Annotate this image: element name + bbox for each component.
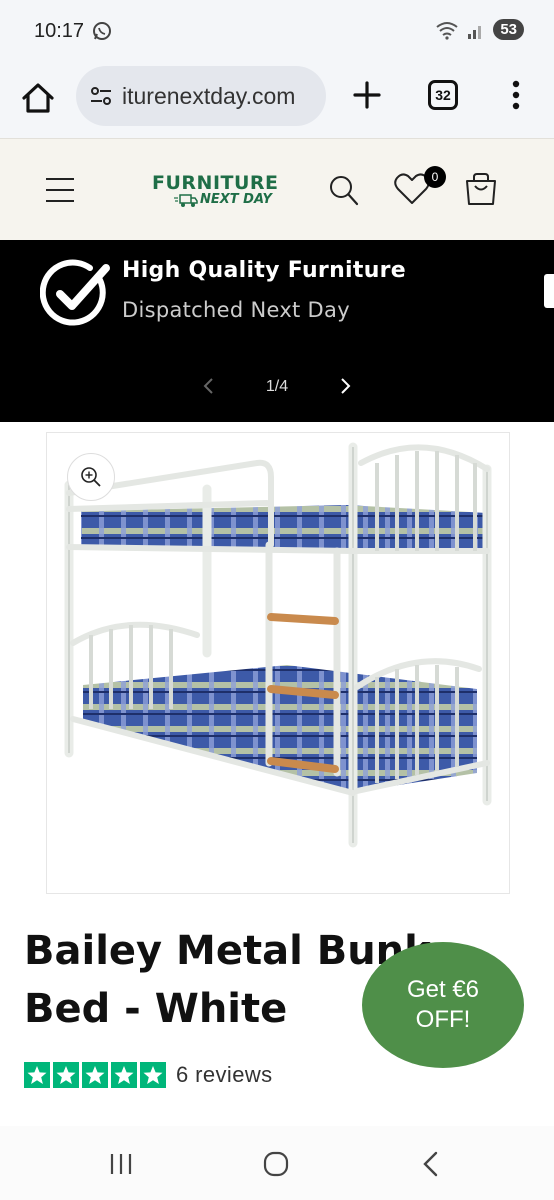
tab-count: 32 bbox=[435, 87, 451, 103]
review-count[interactable]: 6 reviews bbox=[176, 1062, 273, 1088]
home-icon[interactable] bbox=[18, 78, 58, 118]
zoom-button[interactable] bbox=[67, 453, 115, 501]
back-icon[interactable] bbox=[420, 1150, 442, 1178]
site-settings-icon[interactable] bbox=[88, 83, 114, 109]
promo-title: High Quality Furniture bbox=[122, 258, 407, 283]
star-icon bbox=[111, 1062, 137, 1088]
promo-banner: High Quality Furniture Dispatched Next D… bbox=[0, 240, 554, 422]
status-bar: 10:17 53 bbox=[0, 0, 554, 62]
search-icon[interactable] bbox=[328, 173, 360, 207]
discount-offer-button[interactable]: Get €6 OFF! bbox=[362, 942, 524, 1068]
tabs-icon[interactable]: 32 bbox=[428, 80, 458, 110]
home-circle-icon[interactable] bbox=[262, 1150, 290, 1178]
logo-bottom-text: NEXT DAY bbox=[200, 192, 272, 207]
logo-top-text: FURNITURE bbox=[152, 172, 279, 194]
promo-subtitle: Dispatched Next Day bbox=[122, 298, 350, 322]
address-bar[interactable]: iturenextday.com bbox=[76, 66, 326, 126]
zoom-in-icon bbox=[81, 467, 101, 487]
star-icon bbox=[140, 1062, 166, 1088]
offer-line-2: OFF! bbox=[415, 1006, 471, 1033]
recent-apps-icon[interactable] bbox=[108, 1152, 134, 1176]
offer-line-1: Get €6 bbox=[406, 976, 480, 1003]
truck-icon bbox=[174, 194, 198, 207]
browser-toolbar: iturenextday.com 32 bbox=[0, 62, 554, 138]
slide-counter: 1/4 bbox=[265, 378, 289, 395]
bunk-bed-illustration bbox=[64, 442, 492, 848]
chevron-right-icon[interactable] bbox=[334, 374, 356, 398]
check-circle-icon bbox=[40, 259, 110, 326]
next-slide-peek bbox=[544, 274, 554, 308]
chevron-left-icon[interactable] bbox=[198, 374, 220, 398]
whatsapp-icon bbox=[93, 22, 111, 40]
url-text[interactable]: iturenextday.com bbox=[122, 83, 295, 110]
star-icon bbox=[24, 1062, 50, 1088]
wifi-icon bbox=[436, 21, 458, 40]
signal-icon bbox=[468, 25, 482, 39]
hamburger-menu-icon[interactable] bbox=[44, 175, 76, 205]
status-indicators: 53 bbox=[435, 19, 524, 40]
product-image[interactable] bbox=[46, 432, 510, 894]
shopping-bag-icon[interactable] bbox=[464, 171, 498, 207]
star-rating bbox=[24, 1062, 166, 1088]
system-nav-bar bbox=[0, 1126, 554, 1200]
star-icon bbox=[53, 1062, 79, 1088]
plus-icon[interactable] bbox=[348, 76, 386, 114]
wishlist-count-badge: 0 bbox=[424, 166, 446, 188]
status-time: 10:17 bbox=[34, 20, 85, 42]
battery-indicator: 53 bbox=[493, 19, 524, 40]
site-header: FURNITURE NEXT DAY bbox=[0, 138, 554, 240]
product-rating[interactable]: 6 reviews bbox=[24, 1062, 273, 1088]
more-vert-icon[interactable] bbox=[504, 76, 528, 114]
site-logo[interactable]: FURNITURE NEXT DAY bbox=[152, 173, 294, 213]
star-icon bbox=[82, 1062, 108, 1088]
